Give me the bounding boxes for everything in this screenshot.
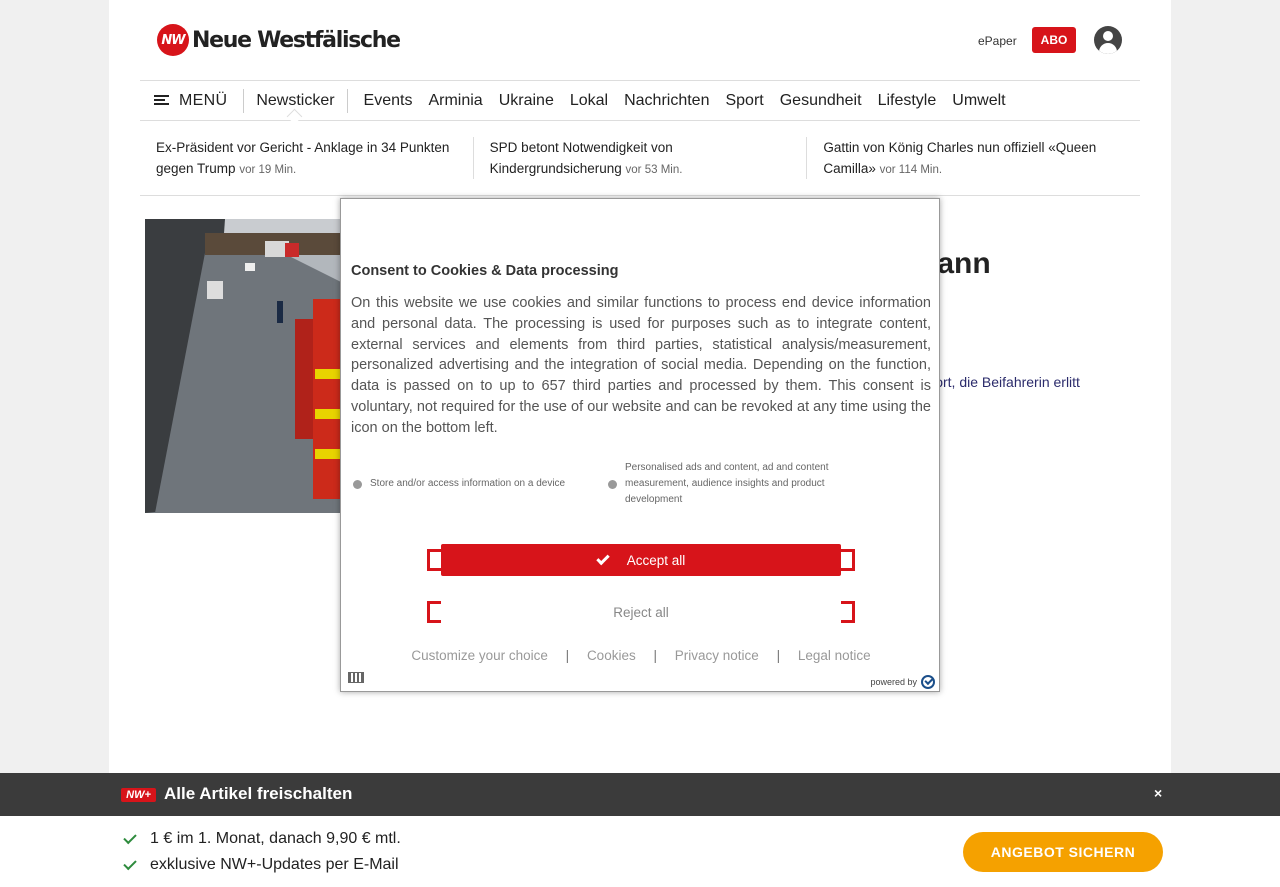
check-icon: [596, 551, 610, 565]
ticker-time: vor 53 Min.: [625, 164, 683, 176]
bracket-left-icon: [427, 601, 441, 623]
accept-all-button[interactable]: Accept all: [441, 544, 841, 576]
nav-item-newsticker[interactable]: Newsticker: [244, 88, 348, 113]
abo-button[interactable]: ABO: [1032, 27, 1076, 53]
nwplus-badge: NW+: [121, 788, 156, 802]
ticker-time: vor 114 Min.: [879, 164, 943, 176]
ticker-item[interactable]: Gattin von König Charles nun offiziell «…: [806, 137, 1140, 179]
nav-item-arminia[interactable]: Arminia: [420, 92, 490, 110]
benefit-item: 1 € im 1. Monat, danach 9,90 € mtl.: [123, 830, 401, 848]
purpose-dot-icon: [353, 479, 362, 489]
nav-item-nachrichten[interactable]: Nachrichten: [616, 92, 717, 110]
menu-button[interactable]: MENÜ: [140, 88, 245, 113]
nav-item-umwelt[interactable]: Umwelt: [944, 92, 1013, 110]
link-separator: |: [565, 648, 570, 663]
nav-item-gesundheit[interactable]: Gesundheit: [772, 92, 870, 110]
nav-item-ukraine[interactable]: Ukraine: [491, 92, 562, 110]
ticker-text: Gattin von König Charles nun offiziell «…: [823, 140, 1097, 176]
customize-link[interactable]: Customize your choice: [411, 648, 548, 663]
powered-by-label: powered by: [870, 677, 917, 687]
purpose-store-access[interactable]: Store and/or access information on a dev…: [353, 476, 593, 492]
language-icon[interactable]: [348, 672, 364, 683]
consent-links: Customize your choice | Cookies | Privac…: [341, 648, 941, 663]
consent-dialog: Consent to Cookies & Data processing On …: [340, 198, 940, 692]
cookies-link[interactable]: Cookies: [587, 648, 636, 663]
bracket-right-icon: [841, 601, 855, 623]
article-teaser[interactable]: llort, die Beifahrerin erlitt: [929, 374, 1169, 390]
check-icon: [123, 856, 137, 871]
consent-description: On this website we use cookies and simil…: [351, 295, 931, 436]
promo-bar: NW+ Alle Artikel freischalten ×: [0, 773, 1280, 816]
consent-title: Consent to Cookies & Data processing: [351, 263, 619, 279]
hamburger-icon: [154, 95, 169, 106]
ticker-item[interactable]: SPD betont Notwendigkeit von Kindergrund…: [472, 137, 807, 179]
news-ticker: Ex-Präsident vor Gericht - Anklage in 34…: [140, 121, 1140, 196]
ticker-time: vor 19 Min.: [239, 164, 297, 176]
offer-cta-button[interactable]: ANGEBOT SICHERN: [963, 832, 1163, 872]
benefit-text: exklusive NW+-Updates per E-Mail: [150, 856, 399, 873]
epaper-link[interactable]: ePaper: [978, 34, 1017, 48]
nav-item-events[interactable]: Events: [356, 92, 421, 110]
logo-text: Neue Westfälische: [192, 27, 401, 53]
close-icon[interactable]: ×: [1154, 785, 1162, 801]
nav-item-lokal[interactable]: Lokal: [562, 92, 616, 110]
promo-offer: 1 € im 1. Monat, danach 9,90 € mtl. exkl…: [0, 816, 1280, 887]
account-icon[interactable]: [1094, 26, 1122, 54]
accept-all-label: Accept all: [626, 552, 686, 568]
nav-item-sport[interactable]: Sport: [717, 92, 771, 110]
usercentrics-check-icon: [921, 675, 935, 689]
site-logo[interactable]: NW Neue Westfälische: [157, 24, 401, 56]
link-separator: |: [653, 648, 657, 663]
check-icon: [123, 830, 137, 845]
benefit-text: 1 € im 1. Monat, danach 9,90 € mtl.: [150, 830, 401, 847]
bracket-right-icon: [841, 549, 855, 571]
reject-all-button[interactable]: Reject all: [441, 596, 841, 628]
promo-title: Alle Artikel freischalten: [164, 784, 353, 803]
link-separator: |: [776, 648, 781, 663]
main-nav: MENÜ Newsticker Events Arminia Ukraine L…: [140, 80, 1140, 121]
purpose-personalised-ads[interactable]: Personalised ads and content, ad and con…: [608, 460, 848, 508]
purpose-label: Store and/or access information on a dev…: [370, 478, 566, 489]
nav-item-lifestyle[interactable]: Lifestyle: [870, 92, 945, 110]
ticker-text: Ex-Präsident vor Gericht - Anklage in 34…: [156, 140, 450, 176]
logo-mark: NW: [157, 24, 189, 56]
purpose-dot-icon: [608, 479, 617, 489]
benefit-item: exklusive NW+-Updates per E-Mail: [123, 856, 399, 874]
powered-by[interactable]: powered by: [870, 675, 935, 689]
purpose-label: Personalised ads and content, ad and con…: [625, 462, 829, 505]
ticker-item[interactable]: Ex-Präsident vor Gericht - Anklage in 34…: [140, 121, 473, 195]
legal-notice-link[interactable]: Legal notice: [798, 648, 871, 663]
bracket-left-icon: [427, 549, 441, 571]
privacy-notice-link[interactable]: Privacy notice: [675, 648, 759, 663]
menu-label: MENÜ: [179, 91, 228, 109]
